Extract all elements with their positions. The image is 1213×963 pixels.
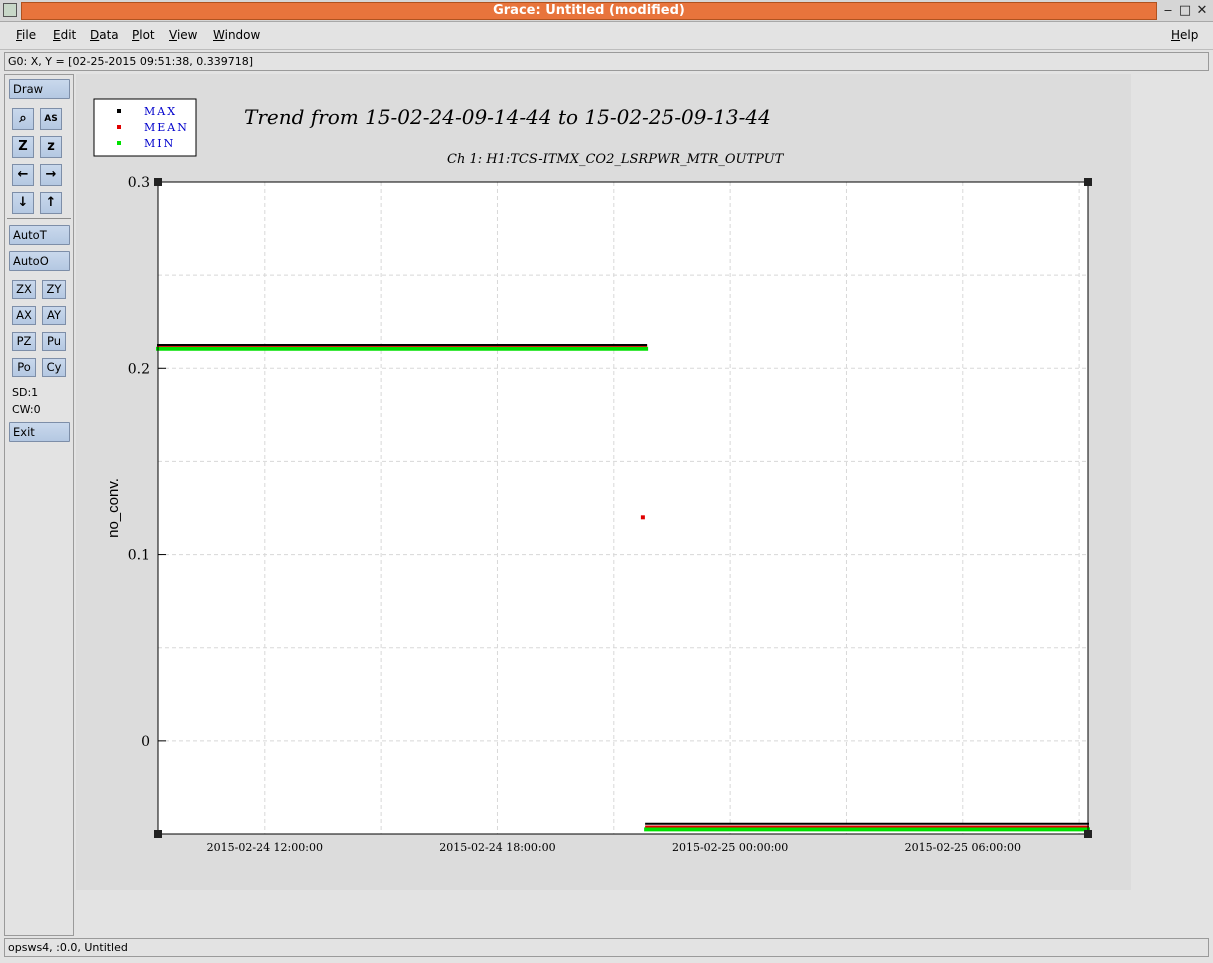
legend-label-max: MAX: [144, 105, 177, 118]
zoom-in-icon: Z: [18, 139, 28, 154]
y-tick-label: 0.3: [128, 175, 150, 191]
autot-button[interactable]: AutoT: [9, 225, 70, 245]
autoscale-icon: AS: [44, 114, 58, 124]
corner-handle: [154, 178, 162, 186]
legend-label-mean: MEAN: [144, 121, 189, 134]
menu-help[interactable]: Help: [1171, 28, 1198, 42]
close-icon[interactable]: ✕: [1194, 2, 1210, 20]
autoo-button[interactable]: AutoO: [9, 251, 70, 271]
menu-bar: File Edit Data Plot View Window Help: [0, 22, 1213, 50]
menu-data[interactable]: Data: [90, 28, 119, 42]
chart-svg[interactable]: MAX MEAN MIN Trend from 15-02-24-09-14-44 …: [76, 74, 1209, 936]
y-tick-label: 0.2: [128, 361, 150, 377]
legend-swatch-mean: [117, 125, 121, 129]
exit-button[interactable]: Exit: [9, 422, 70, 442]
zoom-out-icon: z: [47, 139, 55, 154]
zy-button[interactable]: ZY: [42, 280, 66, 299]
pz-button[interactable]: PZ: [12, 332, 36, 351]
plot-area: [158, 182, 1088, 834]
ay-button[interactable]: AY: [42, 306, 66, 325]
canvas-area[interactable]: MAX MEAN MIN Trend from 15-02-24-09-14-44 …: [76, 74, 1209, 936]
y-tick-label: 0: [141, 734, 150, 750]
legend-swatch-max: [117, 109, 121, 113]
window-menu-icon[interactable]: [3, 3, 17, 17]
toolbar-divider: [7, 218, 71, 219]
arrow-right-icon: →: [45, 167, 57, 182]
chart-title: Trend from 15-02-24-09-14-44 to 15-02-25…: [244, 105, 771, 129]
menu-edit[interactable]: Edit: [53, 28, 76, 42]
x-tick-label: 2015-02-24 12:00:00: [207, 841, 323, 854]
legend-label-min: MIN: [144, 137, 175, 150]
minimize-icon[interactable]: ‒: [1160, 2, 1176, 20]
menu-window[interactable]: Window: [213, 28, 260, 42]
cy-button[interactable]: Cy: [42, 358, 66, 377]
x-tick-label: 2015-02-24 18:00:00: [439, 841, 555, 854]
zoom-out-button[interactable]: z: [40, 136, 62, 158]
tool-panel: Draw ⌕ AS Z z ← → ↓ ↑ AutoT AutoO ZX ZY …: [4, 74, 74, 936]
scroll-up-button[interactable]: ↑: [40, 192, 62, 214]
arrow-down-icon: ↓: [17, 195, 29, 210]
zx-button[interactable]: ZX: [12, 280, 36, 299]
series-mean-point: [640, 515, 645, 520]
corner-handle: [1084, 830, 1092, 838]
pu-button[interactable]: Pu: [42, 332, 66, 351]
zoom-in-button[interactable]: Z: [12, 136, 34, 158]
locator-readout: G0: X, Y = [02-25-2015 09:51:38, 0.33971…: [4, 52, 1209, 71]
status-bar: opsws4, :0.0, Untitled: [4, 938, 1209, 957]
ax-button[interactable]: AX: [12, 306, 36, 325]
draw-button[interactable]: Draw: [9, 79, 70, 99]
menu-file[interactable]: File: [16, 28, 36, 42]
menu-plot[interactable]: Plot: [132, 28, 155, 42]
arrow-up-icon: ↑: [45, 195, 57, 210]
po-button[interactable]: Po: [12, 358, 36, 377]
scroll-left-button[interactable]: ←: [12, 164, 34, 186]
window-titlebar[interactable]: Grace: Untitled (modified) ‒ □ ✕: [0, 0, 1213, 22]
y-tick-label: 0.1: [128, 548, 150, 564]
autoscale-button[interactable]: AS: [40, 108, 62, 130]
magnifier-icon: ⌕: [19, 111, 27, 126]
chart-subtitle: Ch 1: H1:TCS-ITMX_CO2_LSRPWR_MTR_OUTPUT: [447, 152, 785, 167]
legend-swatch-min: [117, 141, 121, 145]
set-depth-label: SD:1: [12, 386, 39, 399]
arrow-left-icon: ←: [17, 167, 29, 182]
corner-handle: [1084, 178, 1092, 186]
corner-handle: [154, 830, 162, 838]
menu-view[interactable]: View: [169, 28, 197, 42]
zoom-tool-button[interactable]: ⌕: [12, 108, 34, 130]
current-world-label: CW:0: [12, 403, 41, 416]
x-tick-label: 2015-02-25 06:00:00: [905, 841, 1021, 854]
y-axis-label: no_conv.: [105, 478, 122, 538]
scroll-down-button[interactable]: ↓: [12, 192, 34, 214]
x-tick-label: 2015-02-25 00:00:00: [672, 841, 788, 854]
maximize-icon[interactable]: □: [1177, 2, 1193, 20]
scroll-right-button[interactable]: →: [40, 164, 62, 186]
window-title: Grace: Untitled (modified): [21, 2, 1157, 20]
